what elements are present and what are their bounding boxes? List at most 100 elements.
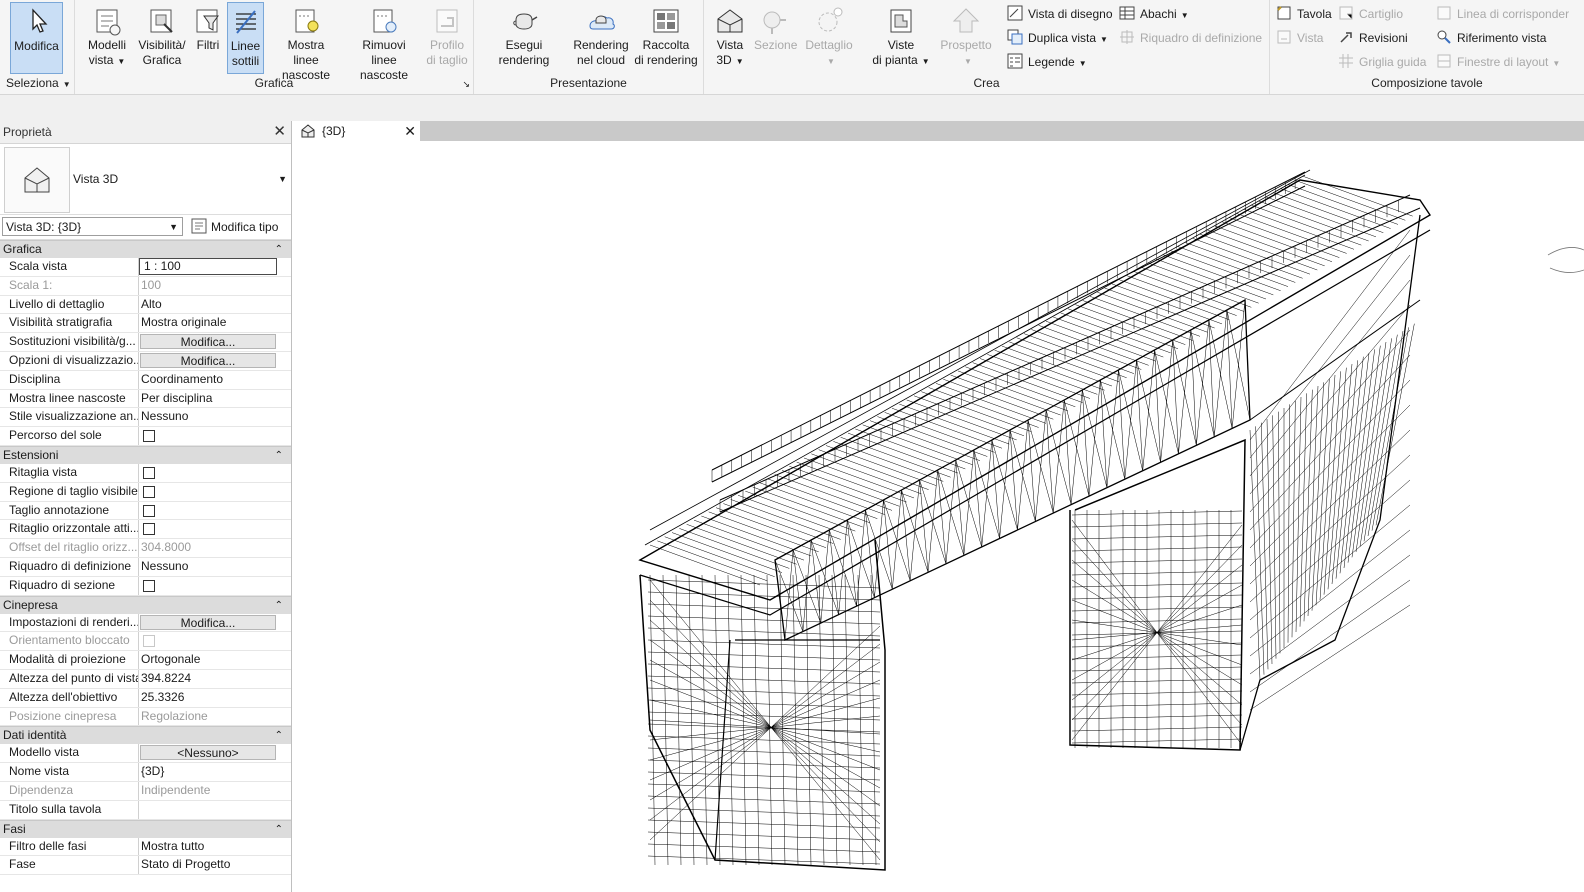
vista-disegno-button[interactable]: Vista di disegno	[1007, 4, 1113, 24]
raccolta-rendering-button[interactable]: Raccolta di rendering	[632, 2, 700, 74]
property-group-header[interactable]: Cinepresa ⌃	[0, 595, 291, 614]
property-value[interactable]: Mostra tutto	[139, 838, 279, 855]
property-value[interactable]: Stato di Progetto	[139, 856, 279, 873]
property-checkbox[interactable]	[143, 523, 155, 536]
property-label: Ritaglio orizzontale atti...	[9, 521, 139, 536]
property-value[interactable]: 25.3326	[139, 689, 279, 706]
filtri-button[interactable]: Filtri	[191, 2, 225, 74]
property-row: Taglio annotazione	[0, 501, 291, 521]
riquadro-definizione-button[interactable]: Riquadro di definizione	[1119, 28, 1262, 48]
griglia-guida-button[interactable]: Griglia guida	[1338, 52, 1426, 72]
profilo-label-1: Profilo	[429, 38, 464, 52]
property-edit-button[interactable]: Modifica...	[140, 352, 276, 368]
collapse-icon[interactable]: ⌃	[275, 241, 283, 258]
visibilita-grafica-button[interactable]: Visibilità/Grafica	[135, 2, 189, 74]
property-value[interactable]: Coordinamento	[139, 371, 279, 388]
property-value[interactable]: Per disciplina	[139, 390, 279, 407]
property-label: Ritaglia vista	[9, 464, 78, 479]
property-checkbox[interactable]	[143, 466, 155, 479]
prospetto-button[interactable]: Prospetto ▼	[938, 2, 994, 74]
ribbon: Modifica Seleziona ▼ Modelli vista ▼ Visibi…	[0, 0, 1584, 95]
linea-corrispondenza-button[interactable]: Linea di corrisponder	[1436, 4, 1569, 24]
finestre-layout-label: Finestre di layout	[1457, 55, 1549, 69]
property-group-header[interactable]: Estensioni ⌃	[0, 445, 291, 464]
legende-button[interactable]: Legende ▼	[1007, 52, 1087, 72]
duplica-vista-button[interactable]: Duplica vista ▼	[1007, 28, 1108, 48]
property-value[interactable]: Mostra originale	[139, 314, 279, 331]
vista-button[interactable]: Vista	[1276, 28, 1323, 48]
column-divider	[138, 744, 139, 763]
dettaglio-button[interactable]: Dettaglio ▼	[798, 2, 860, 74]
dialog-launcher-icon[interactable]: ↘	[462, 79, 470, 90]
property-checkbox[interactable]	[143, 430, 155, 443]
property-edit-button[interactable]: Modifica...	[140, 614, 276, 630]
linee-sottili-button[interactable]: Linee sottili	[227, 2, 264, 74]
esegui-rendering-label: Esegui rendering	[498, 38, 550, 67]
property-value[interactable]: Nessuno	[139, 408, 279, 425]
3d-view-canvas[interactable]	[295, 141, 1584, 892]
chevron-down-icon[interactable]: ▼	[278, 174, 287, 184]
property-value[interactable]: 394.8224	[139, 670, 279, 687]
property-edit-button[interactable]: <Nessuno>	[140, 745, 276, 761]
vista-3d-button[interactable]: Vista 3D ▼	[708, 2, 752, 74]
collapse-icon[interactable]: ⌃	[275, 727, 283, 744]
rimuovi-linee-nascoste-button[interactable]: Rimuovi linee nascoste	[346, 2, 422, 82]
property-group-header[interactable]: Dati identità ⌃	[0, 726, 291, 745]
view-tab-label: {3D}	[322, 124, 346, 138]
linea-corrisp-label: Linea di corrisponder	[1457, 7, 1570, 21]
property-value-input[interactable]: 1 : 100	[139, 258, 277, 275]
close-icon[interactable]: ✕	[273, 121, 286, 143]
property-group-header[interactable]: Fasi ⌃	[0, 819, 291, 838]
esegui-rendering-button[interactable]: Esegui rendering	[479, 2, 569, 74]
property-value[interactable]: Nessuno	[139, 558, 279, 575]
cartiglio-button[interactable]: Cartiglio	[1338, 4, 1403, 24]
column-divider	[138, 632, 139, 651]
property-group-header[interactable]: Grafica ⌃	[0, 240, 291, 258]
property-value[interactable]: {3D}	[139, 763, 279, 780]
properties-grid: Grafica ⌃ Scala vista 1 : 100 Scala 1: 100 Liv…	[0, 240, 291, 876]
profilo-taglio-button[interactable]: Profilo di taglio	[425, 2, 469, 74]
legende-label: Legende	[1028, 55, 1075, 69]
property-edit-button[interactable]: Modifica...	[140, 334, 276, 350]
property-value[interactable]	[139, 801, 279, 818]
property-label: Percorso del sole	[9, 428, 102, 443]
property-value[interactable]: Ortogonale	[139, 651, 279, 668]
filter-icon	[196, 9, 219, 33]
collapse-icon[interactable]: ⌃	[275, 597, 283, 614]
elevation-icon	[952, 8, 980, 33]
instance-bar: Vista 3D: {3D} ▼ Modifica tipo	[0, 215, 291, 240]
riferimento-vista-button[interactable]: Riferimento vista	[1436, 28, 1546, 48]
panel-title-grafica: Grafica	[254, 76, 294, 90]
viste-pianta-button[interactable]: Viste di pianta ▼	[872, 2, 930, 74]
modifica-button[interactable]: Modifica	[10, 2, 63, 74]
instance-filter-dropdown[interactable]: Vista 3D: {3D} ▼	[2, 217, 183, 236]
collapse-icon[interactable]: ⌃	[275, 447, 283, 464]
type-thumbnail	[4, 147, 70, 213]
property-row: Stile visualizzazione an... Nessuno	[0, 408, 291, 428]
rendering-cloud-label-2: nel cloud	[576, 53, 626, 67]
sheet-icon	[1277, 6, 1291, 20]
property-checkbox[interactable]	[143, 485, 155, 498]
panel-title-seleziona[interactable]: Seleziona ▼	[6, 76, 74, 90]
rendering-cloud-button[interactable]: Rendering nel cloud	[571, 2, 631, 74]
revisioni-button[interactable]: Revisioni	[1338, 28, 1408, 48]
property-label: Modalità di proiezione	[9, 652, 126, 667]
property-label: Altezza del punto di vista	[9, 670, 139, 685]
type-selector[interactable]: Vista 3D ▼	[0, 144, 291, 215]
view-tab-3d[interactable]: {3D} ✕	[295, 121, 420, 141]
finestre-layout-button[interactable]: Finestre di layout ▼	[1436, 52, 1560, 72]
collapse-icon[interactable]: ⌃	[275, 821, 283, 838]
abachi-button[interactable]: Abachi ▼	[1119, 4, 1189, 24]
cut-profile-icon	[436, 9, 458, 33]
vista-label: Vista	[1297, 31, 1324, 45]
viste-pianta-label-1: Viste	[887, 38, 915, 52]
mostra-linee-nascoste-button[interactable]: Mostra linee nascoste	[268, 2, 344, 82]
property-value[interactable]: Alto	[139, 296, 279, 313]
close-icon[interactable]: ✕	[404, 121, 416, 141]
modifica-tipo-button[interactable]: Modifica tipo	[191, 217, 278, 237]
tavola-button[interactable]: Tavola	[1276, 4, 1332, 24]
sezione-button[interactable]: Sezione	[754, 2, 797, 74]
property-checkbox[interactable]	[143, 579, 155, 592]
property-checkbox[interactable]	[143, 504, 155, 517]
modelli-vista-button[interactable]: Modelli vista ▼	[82, 2, 132, 74]
